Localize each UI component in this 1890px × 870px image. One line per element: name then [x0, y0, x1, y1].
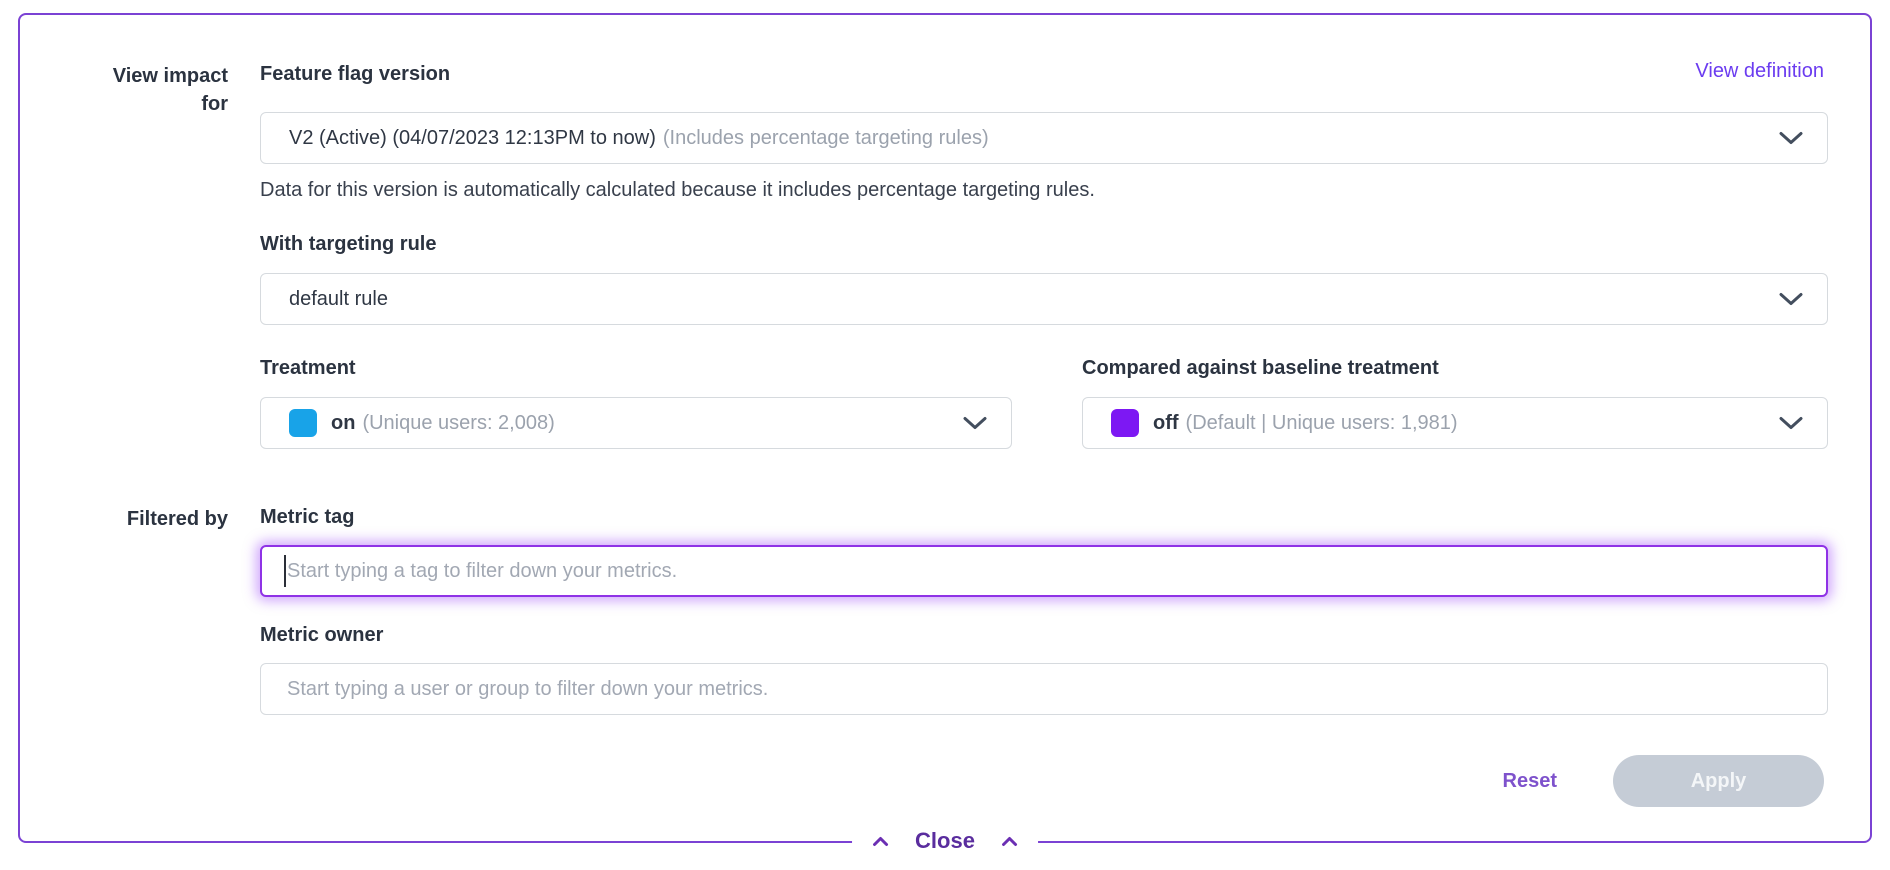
chevron-down-icon — [1779, 131, 1803, 145]
impact-filter-screen: View definition View impact for Feature … — [0, 0, 1890, 870]
baseline-treatment-value: off — [1153, 412, 1179, 435]
apply-button[interactable]: Apply — [1613, 755, 1824, 807]
treatment-value: on — [331, 412, 355, 435]
close-label: Close — [915, 822, 975, 860]
view-impact-filter-panel: View definition View impact for Feature … — [18, 13, 1872, 843]
metric-owner-input[interactable] — [260, 663, 1828, 715]
view-impact-for-label: View impact for — [60, 62, 228, 118]
targeting-rule-select[interactable]: default rule — [260, 273, 1828, 325]
metric-tag-label: Metric tag — [260, 505, 354, 529]
close-panel-toggle[interactable]: Close — [852, 822, 1038, 860]
view-impact-for-label-line1: View impact — [60, 62, 228, 90]
chevron-up-icon — [1001, 836, 1018, 847]
treatment-select[interactable]: on (Unique users: 2,008) — [260, 397, 1012, 449]
filter-actions-row: Reset Apply — [1503, 755, 1824, 807]
metric-owner-label: Metric owner — [260, 623, 383, 647]
targeting-rule-value: default rule — [289, 288, 388, 311]
feature-flag-version-value: V2 (Active) (04/07/2023 12:13PM to now) — [289, 127, 656, 150]
reset-button[interactable]: Reset — [1503, 770, 1557, 793]
treatment-value-note: (Unique users: 2,008) — [362, 412, 554, 435]
chevron-down-icon — [1779, 416, 1803, 430]
chevron-down-icon — [1779, 292, 1803, 306]
metric-tag-input[interactable] — [260, 545, 1828, 597]
treatment-label: Treatment — [260, 356, 356, 380]
feature-flag-version-label: Feature flag version — [260, 62, 450, 86]
feature-flag-version-note: (Includes percentage targeting rules) — [663, 127, 989, 150]
feature-flag-version-helper-text: Data for this version is automatically c… — [260, 177, 1095, 203]
feature-flag-version-select[interactable]: V2 (Active) (04/07/2023 12:13PM to now) … — [260, 112, 1828, 164]
text-caret — [284, 555, 286, 587]
treatment-color-swatch — [289, 409, 317, 437]
with-targeting-rule-label: With targeting rule — [260, 232, 436, 256]
baseline-treatment-label: Compared against baseline treatment — [1082, 356, 1439, 380]
chevron-up-icon — [872, 836, 889, 847]
metric-tag-field-wrap — [260, 545, 1828, 597]
baseline-treatment-color-swatch — [1111, 409, 1139, 437]
view-definition-link[interactable]: View definition — [1695, 59, 1824, 83]
baseline-treatment-select[interactable]: off (Default | Unique users: 1,981) — [1082, 397, 1828, 449]
view-impact-for-label-line2: for — [60, 90, 228, 118]
chevron-down-icon — [963, 416, 987, 430]
filtered-by-label: Filtered by — [60, 505, 228, 533]
baseline-treatment-value-note: (Default | Unique users: 1,981) — [1186, 412, 1458, 435]
